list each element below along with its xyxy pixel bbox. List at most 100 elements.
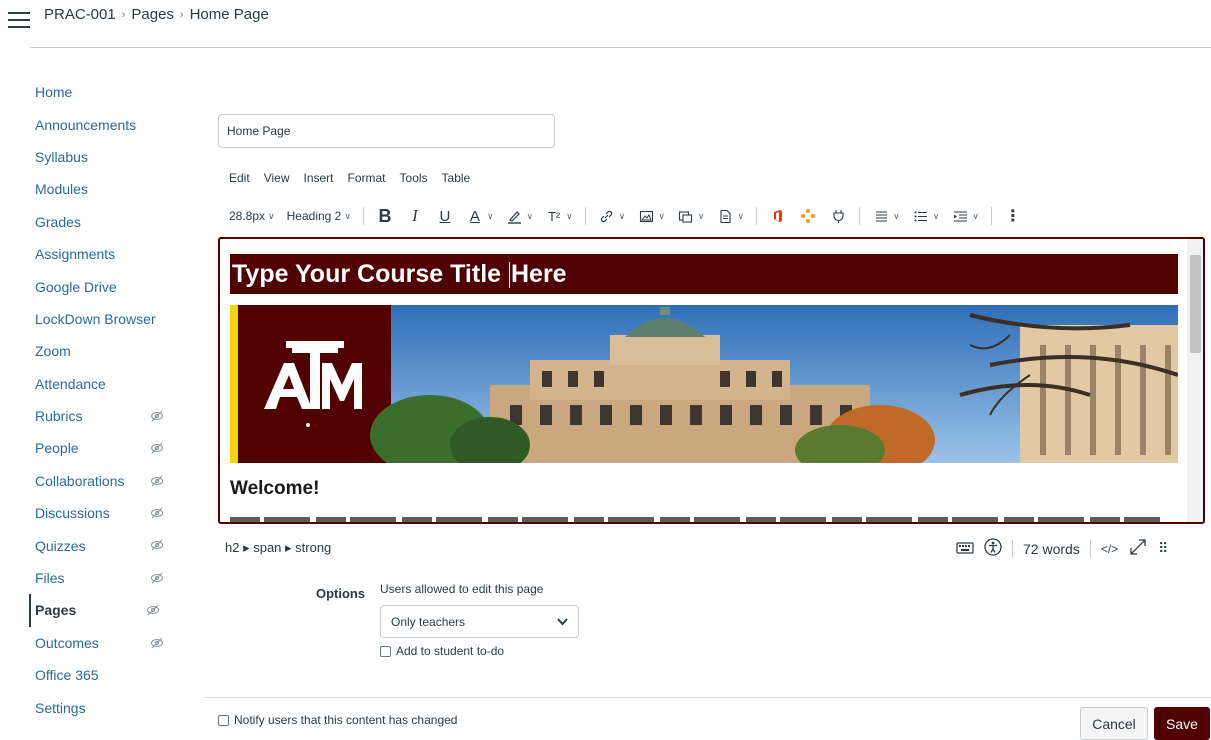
- sidebar-item-lockdown-browser[interactable]: LockDown Browser: [35, 303, 175, 335]
- edit-permission-value: Only teachers: [391, 614, 466, 629]
- page-title-input[interactable]: [218, 114, 555, 148]
- office365-button[interactable]: [769, 207, 787, 225]
- text-caret: [509, 262, 510, 289]
- block-format-dropdown[interactable]: Heading 2 ∨: [287, 209, 351, 223]
- sidebar-item-label: Syllabus: [35, 148, 88, 165]
- breadcrumb-course[interactable]: PRAC-001: [44, 6, 116, 23]
- sidebar-item-label: Attendance: [35, 375, 106, 392]
- superscript-button[interactable]: T² ∨: [545, 207, 573, 225]
- hidden-from-students-icon: [150, 636, 164, 650]
- chevron-right-icon: ›: [121, 8, 126, 21]
- chevron-down-icon: [557, 615, 568, 629]
- font-size-dropdown[interactable]: 28.8px ∨: [229, 209, 275, 223]
- office365-icon: [769, 207, 787, 225]
- sidebar-item-files[interactable]: Files: [35, 562, 175, 594]
- statusbar-divider: [1012, 539, 1013, 558]
- fullscreen-icon[interactable]: [1128, 537, 1148, 560]
- word-count[interactable]: 72 words: [1023, 541, 1080, 557]
- welcome-heading[interactable]: Welcome!: [230, 478, 319, 500]
- link-button[interactable]: ∨: [598, 207, 625, 225]
- course-navigation: Home Announcements Syllabus Modules Grades As…: [29, 76, 175, 724]
- course-title-heading[interactable]: Type Your Course Title Here: [230, 254, 1178, 294]
- resize-handle-icon[interactable]: ⠿: [1158, 540, 1168, 557]
- media-button[interactable]: ∨: [677, 207, 705, 225]
- apps-button[interactable]: [799, 207, 817, 225]
- element-path[interactable]: h2 ▸ span ▸ strong: [225, 540, 331, 556]
- accessibility-icon[interactable]: [984, 538, 1002, 559]
- sidebar-item-collaborations[interactable]: Collaborations: [35, 465, 175, 497]
- italic-button[interactable]: I: [406, 206, 424, 225]
- indent-button[interactable]: ∨: [951, 207, 979, 225]
- editor-scrollbar-thumb[interactable]: [1190, 255, 1201, 353]
- student-todo-option[interactable]: Add to student to-do: [380, 644, 504, 658]
- course-title-text-end: Here: [511, 260, 567, 288]
- sidebar-item-syllabus[interactable]: Syllabus: [35, 141, 175, 173]
- document-button[interactable]: ∨: [717, 207, 744, 225]
- notify-checkbox[interactable]: [218, 714, 229, 726]
- chevron-down-icon: ∨: [658, 210, 665, 221]
- plugin-button[interactable]: [829, 207, 847, 225]
- sidebar-item-google-drive[interactable]: Google Drive: [35, 270, 175, 302]
- menu-edit[interactable]: Edit: [229, 171, 250, 185]
- sidebar-item-zoom[interactable]: Zoom: [35, 335, 175, 367]
- breadcrumb-current: Home Page: [189, 6, 269, 23]
- chevron-down-icon: ∨: [268, 210, 275, 221]
- sidebar-item-people[interactable]: People: [35, 432, 175, 464]
- image-button[interactable]: ∨: [637, 207, 665, 225]
- block-format-value: Heading 2: [286, 209, 342, 223]
- breadcrumb-pages[interactable]: Pages: [131, 6, 174, 23]
- sidebar-item-office-365[interactable]: Office 365: [35, 659, 175, 691]
- menu-insert[interactable]: Insert: [303, 171, 333, 185]
- sidebar-item-attendance[interactable]: Attendance: [35, 368, 175, 400]
- bold-button[interactable]: B: [376, 206, 394, 226]
- sidebar-item-rubrics[interactable]: Rubrics: [35, 400, 175, 432]
- menu-table[interactable]: Table: [442, 171, 471, 185]
- sidebar-item-label: Announcements: [35, 116, 137, 133]
- sidebar-item-label: Rubrics: [35, 408, 83, 425]
- rich-content-editor[interactable]: Type Your Course Title Here Welcome!: [218, 237, 1205, 524]
- editor-scrollbar[interactable]: [1187, 239, 1203, 522]
- sidebar-item-assignments[interactable]: Assignments: [35, 238, 175, 270]
- underline-button[interactable]: U: [436, 207, 454, 225]
- indent-icon: [951, 207, 969, 225]
- keyboard-icon[interactable]: [956, 540, 974, 557]
- menu-view[interactable]: View: [264, 171, 290, 185]
- sidebar-item-outcomes[interactable]: Outcomes: [35, 627, 175, 659]
- align-button[interactable]: ∨: [872, 207, 900, 225]
- bullet-list-button[interactable]: ∨: [912, 207, 940, 225]
- cancel-button[interactable]: Cancel: [1080, 707, 1148, 740]
- save-button[interactable]: Save: [1154, 707, 1210, 740]
- sidebar-item-label: Pages: [35, 602, 77, 619]
- html-editor-toggle[interactable]: </>: [1101, 542, 1118, 556]
- hidden-from-students-icon: [150, 409, 164, 423]
- highlight-color-button[interactable]: ∨: [506, 207, 533, 225]
- chevron-down-icon: ∨: [932, 210, 940, 221]
- menu-tools[interactable]: Tools: [400, 171, 428, 185]
- toolbar-divider: [584, 207, 586, 225]
- edit-permission-select[interactable]: Only teachers: [380, 605, 579, 638]
- hidden-from-students-icon: [150, 571, 164, 585]
- notify-option[interactable]: Notify users that this content has chang…: [218, 713, 457, 727]
- sidebar-item-grades[interactable]: Grades: [35, 206, 175, 238]
- sidebar-item-quizzes[interactable]: Quizzes: [35, 529, 175, 561]
- header-divider: [30, 47, 1211, 48]
- student-todo-checkbox[interactable]: [380, 645, 391, 657]
- sidebar-item-label: Home: [35, 84, 73, 101]
- more-vertical-icon: ⋮: [1004, 208, 1021, 225]
- chevron-down-icon: ∨: [697, 210, 705, 221]
- toolbar-divider: [859, 207, 861, 225]
- sidebar-item-home[interactable]: Home: [35, 76, 175, 108]
- sidebar-item-announcements[interactable]: Announcements: [35, 108, 175, 140]
- more-options-button[interactable]: ⋮: [1004, 207, 1022, 225]
- sidebar-item-modules[interactable]: Modules: [35, 173, 175, 205]
- underline-icon: U: [439, 207, 451, 225]
- sidebar-item-discussions[interactable]: Discussions: [35, 497, 175, 529]
- plug-icon: [829, 207, 847, 225]
- hidden-from-students-icon: [150, 538, 164, 552]
- align-icon: [872, 207, 890, 225]
- sidebar-item-pages[interactable]: Pages: [29, 594, 175, 627]
- menu-format[interactable]: Format: [348, 171, 386, 185]
- text-color-button[interactable]: A ∨: [466, 207, 494, 225]
- hamburger-menu-icon[interactable]: [8, 12, 30, 28]
- sidebar-item-settings[interactable]: Settings: [35, 691, 175, 723]
